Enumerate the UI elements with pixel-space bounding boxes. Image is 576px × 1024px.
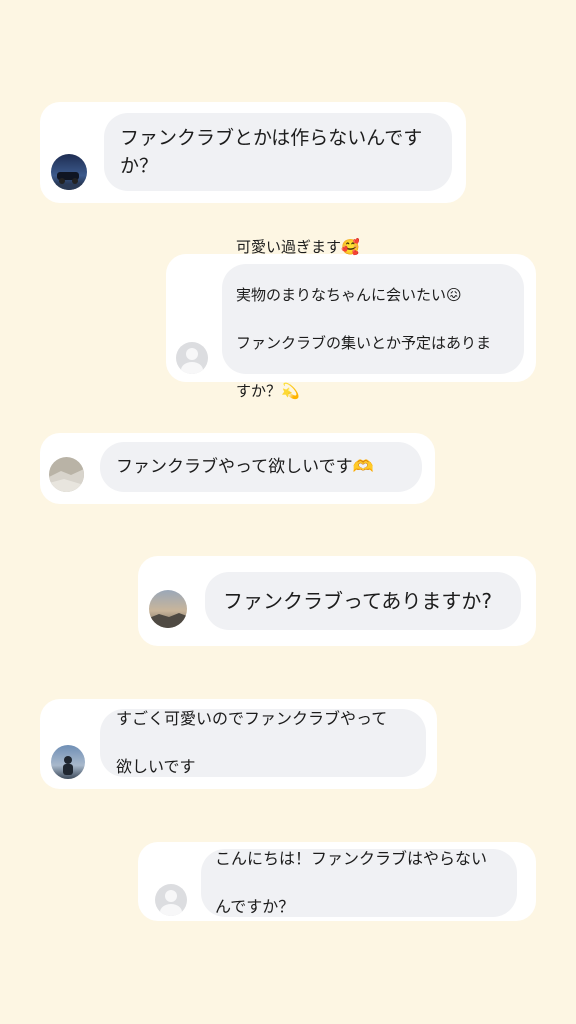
avatar-default-gray xyxy=(176,342,208,374)
avatar-photo-landscape xyxy=(49,457,84,492)
avatar-photo-sky xyxy=(149,590,187,628)
message-line: 可愛い過ぎます🥰 xyxy=(236,238,360,256)
message-bubble-3: ファンクラブやって欲しいです🫶 xyxy=(100,442,422,492)
message-text-4: ファンクラブってありますか? xyxy=(223,589,493,613)
message-line: すか？💫 xyxy=(236,382,300,400)
message-line: 実物のまりなちゃんに会いたい😖 xyxy=(236,286,462,304)
message-line: すごく可愛いのでファンクラブやって xyxy=(116,709,388,728)
message-line: こんにちは！ファンクラブはやらない xyxy=(215,849,488,868)
message-text-2: 可愛い過ぎます🥰 実物のまりなちゃんに会いたい😖 ファンクラブの集いとか予定はあ… xyxy=(236,211,491,427)
message-bubble-6: こんにちは！ファンクラブはやらない んですか？ xyxy=(201,849,517,917)
avatar-photo-car-night xyxy=(51,154,87,190)
message-text-3: ファンクラブやって欲しいです🫶 xyxy=(116,457,374,477)
message-line: ファンクラブの集いとか予定はありま xyxy=(236,334,492,352)
message-text-5: すごく可愛いのでファンクラブやって 欲しいです xyxy=(116,683,387,803)
message-bubble-1: ファンクラブとかは作らないんですか？ xyxy=(104,113,452,191)
message-bubble-2: 可愛い過ぎます🥰 実物のまりなちゃんに会いたい😖 ファンクラブの集いとか予定はあ… xyxy=(222,238,524,400)
message-text-6: こんにちは！ファンクラブはやらない んですか？ xyxy=(215,823,487,943)
message-line: んですか？ xyxy=(215,897,295,916)
message-text-1: ファンクラブとかは作らないんですか？ xyxy=(120,127,423,177)
message-bubble-4: ファンクラブってありますか? xyxy=(205,572,521,630)
avatar-default-gray xyxy=(155,884,187,916)
avatar-photo-person xyxy=(51,745,85,779)
message-line: 欲しいです xyxy=(116,757,196,776)
message-bubble-5: すごく可愛いのでファンクラブやって 欲しいです xyxy=(100,709,426,777)
